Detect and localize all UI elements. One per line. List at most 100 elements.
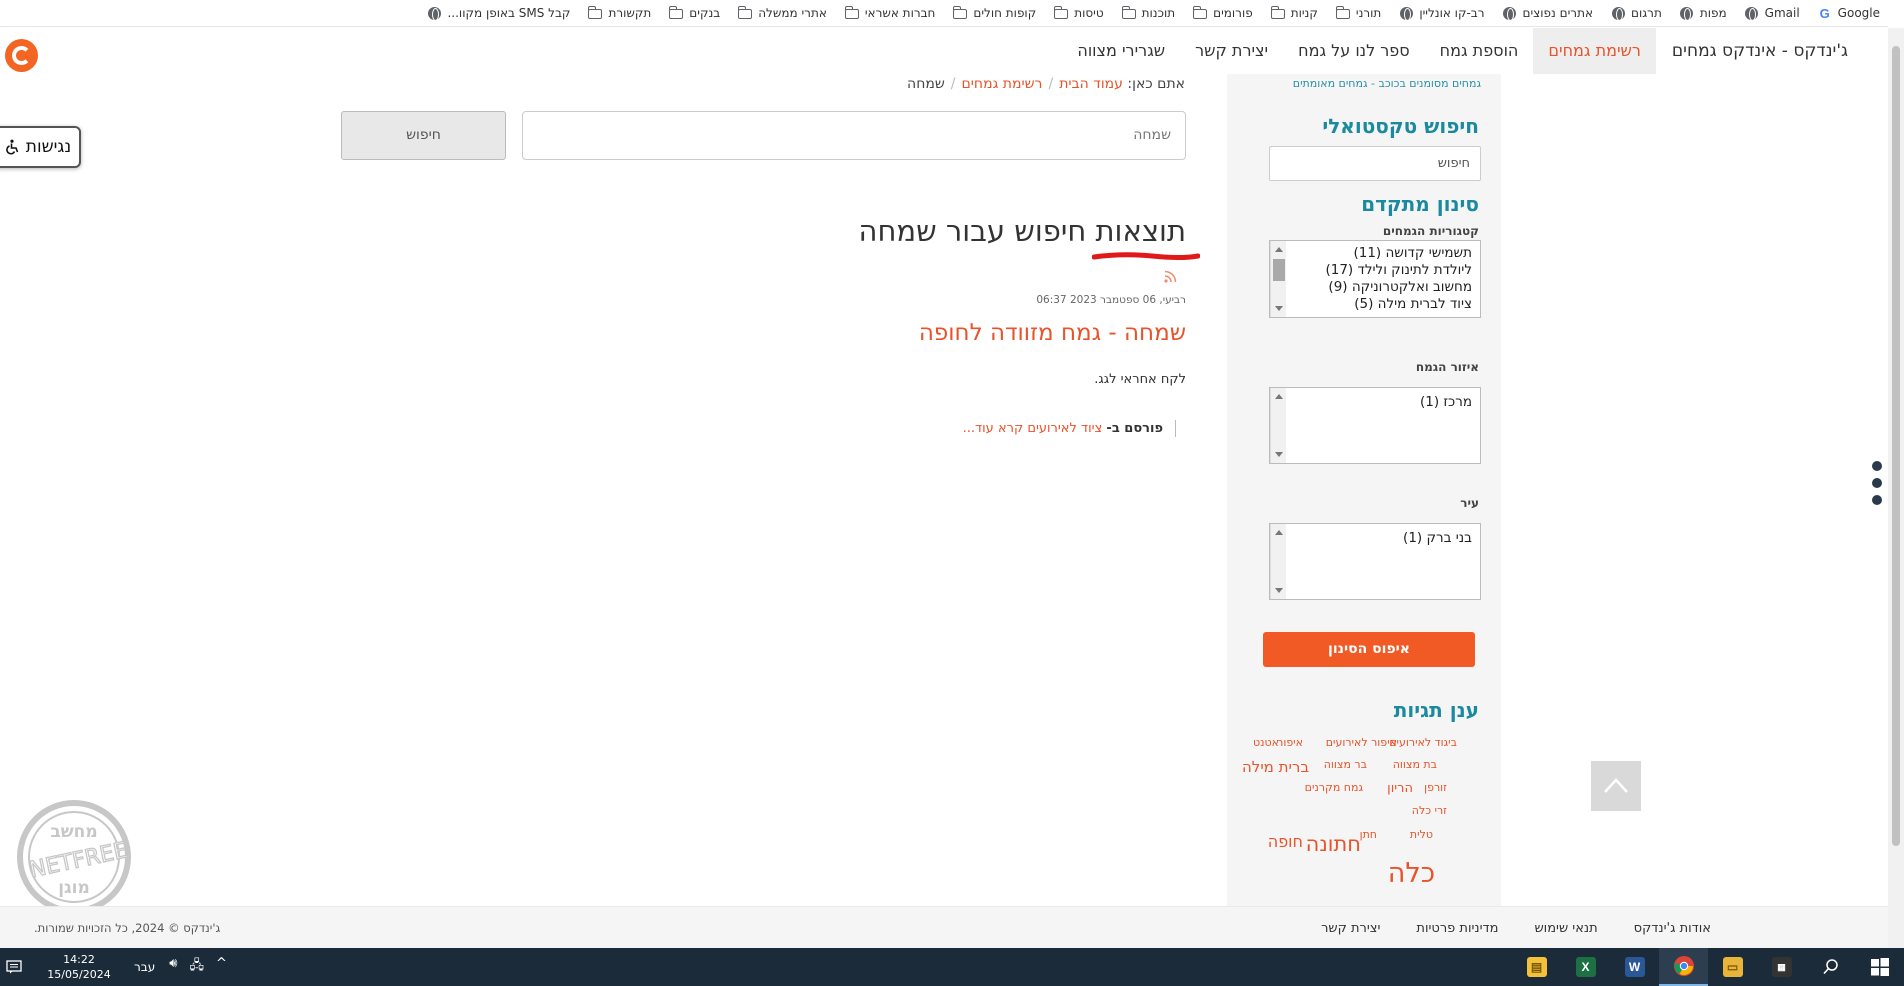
tag-link[interactable]: טלית xyxy=(1410,828,1433,841)
accessibility-button[interactable]: נגישות xyxy=(0,126,81,168)
search-icon[interactable] xyxy=(1806,948,1855,986)
listbox-option[interactable]: ליולדת לתינוק ולילד (17) xyxy=(1325,262,1472,279)
bookmark-item[interactable]: Gmail xyxy=(1745,6,1800,21)
footer-privacy-link[interactable]: מדיניות פרטיות xyxy=(1416,921,1498,936)
nav-contact[interactable]: יצירת קשר xyxy=(1180,28,1283,74)
bookmark-item[interactable]: קופות חולים xyxy=(953,6,1036,20)
wheelchair-icon xyxy=(5,139,19,155)
volume-icon[interactable]: 🔊︎ xyxy=(169,956,177,978)
folder-icon xyxy=(1270,6,1285,20)
back-to-top-button[interactable] xyxy=(1591,761,1641,811)
tag-link[interactable]: חתן xyxy=(1360,828,1377,841)
language-indicator[interactable]: עבר xyxy=(134,960,155,974)
bookmark-item[interactable]: קבל SMS באופן מקוו... xyxy=(427,6,570,21)
listbox-option[interactable]: תשמישי קדושה (11) xyxy=(1325,245,1472,262)
post-title-link[interactable]: שמחה - גמח מזוודה לחופה xyxy=(919,320,1186,346)
footer-terms-link[interactable]: תנאי שימוש xyxy=(1534,921,1597,936)
windows-start-icon[interactable] xyxy=(1855,948,1904,986)
tag-link[interactable]: אטנט xyxy=(1253,736,1279,749)
page-scrollbar[interactable] xyxy=(1888,28,1904,948)
bookmark-item[interactable]: רב-קו אונליין xyxy=(1399,6,1485,21)
tag-link[interactable]: הריון xyxy=(1387,781,1413,796)
folder-icon[interactable]: ▭ xyxy=(1708,948,1757,986)
region-listbox[interactable]: מרכז (1) xyxy=(1269,387,1481,464)
tag-link[interactable]: כלה xyxy=(1388,858,1435,889)
nav-ambassadors[interactable]: שגרירי מצווה xyxy=(1062,28,1180,74)
bookmark-item[interactable]: טיסות xyxy=(1054,6,1104,20)
bookmark-item[interactable]: תרגום xyxy=(1611,6,1662,21)
breadcrumb-home[interactable]: עמוד הבית xyxy=(1059,76,1123,92)
more-options-icon[interactable] xyxy=(1872,461,1882,512)
listbox-option[interactable]: בני ברק (1) xyxy=(1403,530,1472,547)
chrome-icon[interactable] xyxy=(1659,948,1708,986)
bookmark-item[interactable]: אתרי ממשלה xyxy=(738,6,827,20)
reset-filter-button[interactable]: איפוס הסינון xyxy=(1263,632,1475,667)
footer-about-link[interactable]: אודות ג'ינדקס xyxy=(1634,921,1711,936)
region-label: איזור הגמח xyxy=(1415,360,1479,374)
bookmark-item[interactable]: קניות xyxy=(1270,6,1318,20)
listbox-option[interactable]: מחשוב ואלקטרוניקה (9) xyxy=(1325,279,1472,296)
bookmark-item[interactable]: חברות אשראי xyxy=(844,6,935,20)
listbox-option[interactable]: מרכז (1) xyxy=(1420,394,1472,411)
rss-icon[interactable] xyxy=(1163,268,1179,284)
tag-link[interactable]: חתונה xyxy=(1306,832,1361,856)
tag-link[interactable]: בת מצווה xyxy=(1393,758,1437,771)
tag-link[interactable]: זרי כלה xyxy=(1412,804,1447,817)
network-icon[interactable]: 🖧︎ xyxy=(189,956,204,978)
word-icon[interactable]: W xyxy=(1610,948,1659,986)
tag-link[interactable]: חופה xyxy=(1268,832,1303,851)
copyright-text: ג'ינדקס © 2024, כל הזכויות שמורות. xyxy=(34,921,221,935)
bookmark-label: Gmail xyxy=(1764,6,1800,20)
breadcrumb: אתם כאן: עמוד הבית/רשימת גמחים/שמחה xyxy=(907,76,1185,92)
bookmark-item[interactable]: Google G xyxy=(1818,6,1880,21)
categories-scrollbar[interactable] xyxy=(1270,241,1286,317)
tag-link[interactable]: גמח מקרנים xyxy=(1305,781,1363,794)
city-listbox[interactable]: בני ברק (1) xyxy=(1269,523,1481,600)
bookmark-label: מפות xyxy=(1699,6,1727,20)
tag-link[interactable]: בר מצווה xyxy=(1324,758,1367,771)
bookmark-label: אתרי ממשלה xyxy=(758,6,827,20)
bookmark-label: תקשורת xyxy=(608,6,652,20)
tag-link[interactable]: זורפן xyxy=(1424,781,1447,794)
nav-gemach-list[interactable]: רשימת גמחים xyxy=(1533,28,1656,74)
city-scrollbar[interactable] xyxy=(1270,524,1286,599)
results-title: תוצאות חיפוש עבור שמחה xyxy=(858,214,1186,248)
site-logo-icon[interactable] xyxy=(5,39,38,72)
nav-tell-us[interactable]: ספר לנו על גמח xyxy=(1283,28,1425,74)
listbox-option[interactable]: ציוד לברית מילה (5) xyxy=(1325,296,1472,313)
notification-icon[interactable] xyxy=(0,948,28,986)
footer-contact-link[interactable]: יצירת קשר xyxy=(1321,921,1380,936)
folder-icon xyxy=(669,6,684,20)
bookmark-item[interactable]: בנקים xyxy=(669,6,720,20)
bookmark-item[interactable]: תקשורת xyxy=(588,6,651,20)
breadcrumb-list[interactable]: רשימת גמחים xyxy=(962,76,1043,92)
categories-label: קטגוריות הגמחים xyxy=(1382,224,1479,238)
bookmarks-bar: Google G Gmail מפות תרגום אתרים נפוצים רב-קו א… xyxy=(0,0,1888,27)
tray-chevron-up-icon[interactable]: ^ xyxy=(216,956,227,978)
excel-icon[interactable]: X xyxy=(1561,948,1610,986)
bookmark-item[interactable]: מפות xyxy=(1680,6,1727,21)
file-explorer-icon[interactable]: ▤ xyxy=(1512,948,1561,986)
sidebar-search-input[interactable]: חיפוש xyxy=(1269,146,1481,181)
watermark-line1: מחשב xyxy=(50,822,97,842)
search-input[interactable]: שמחה xyxy=(522,111,1186,160)
post-category-link[interactable]: ציוד לאירועים xyxy=(1027,421,1102,436)
tag-link[interactable]: ברית מילה xyxy=(1242,758,1309,776)
bookmark-item[interactable]: תורני xyxy=(1335,6,1381,20)
read-more-link[interactable]: קרא עוד... xyxy=(963,421,1024,436)
start-app-icon[interactable]: ▦ xyxy=(1757,948,1806,986)
categories-listbox[interactable]: תשמישי קדושה (11) ליולדת לתינוק ולילד (17… xyxy=(1269,240,1481,318)
tag-link[interactable]: איפור לאירועים xyxy=(1326,736,1397,749)
tag-link[interactable]: ביגוד לאירועים xyxy=(1389,736,1457,749)
tag-link[interactable]: איפור xyxy=(1277,736,1303,749)
bookmark-item[interactable]: אתרים נפוצים xyxy=(1503,6,1593,21)
nav-add-gemach[interactable]: הוספת גמח xyxy=(1425,28,1534,74)
search-button[interactable]: חיפוש xyxy=(341,111,506,160)
bookmark-item[interactable]: פורומים xyxy=(1193,6,1253,20)
tag-cloud-title: ענן תגיות xyxy=(1393,698,1479,722)
bookmark-item[interactable]: תוכנות xyxy=(1121,6,1175,20)
taskbar-clock[interactable]: 14:22 15/05/2024 xyxy=(40,952,118,982)
region-scrollbar[interactable] xyxy=(1270,388,1286,463)
city-label: עיר xyxy=(1460,496,1479,510)
brand-link[interactable]: ג'ינדקס - אינדקס גמחים xyxy=(1656,28,1848,74)
